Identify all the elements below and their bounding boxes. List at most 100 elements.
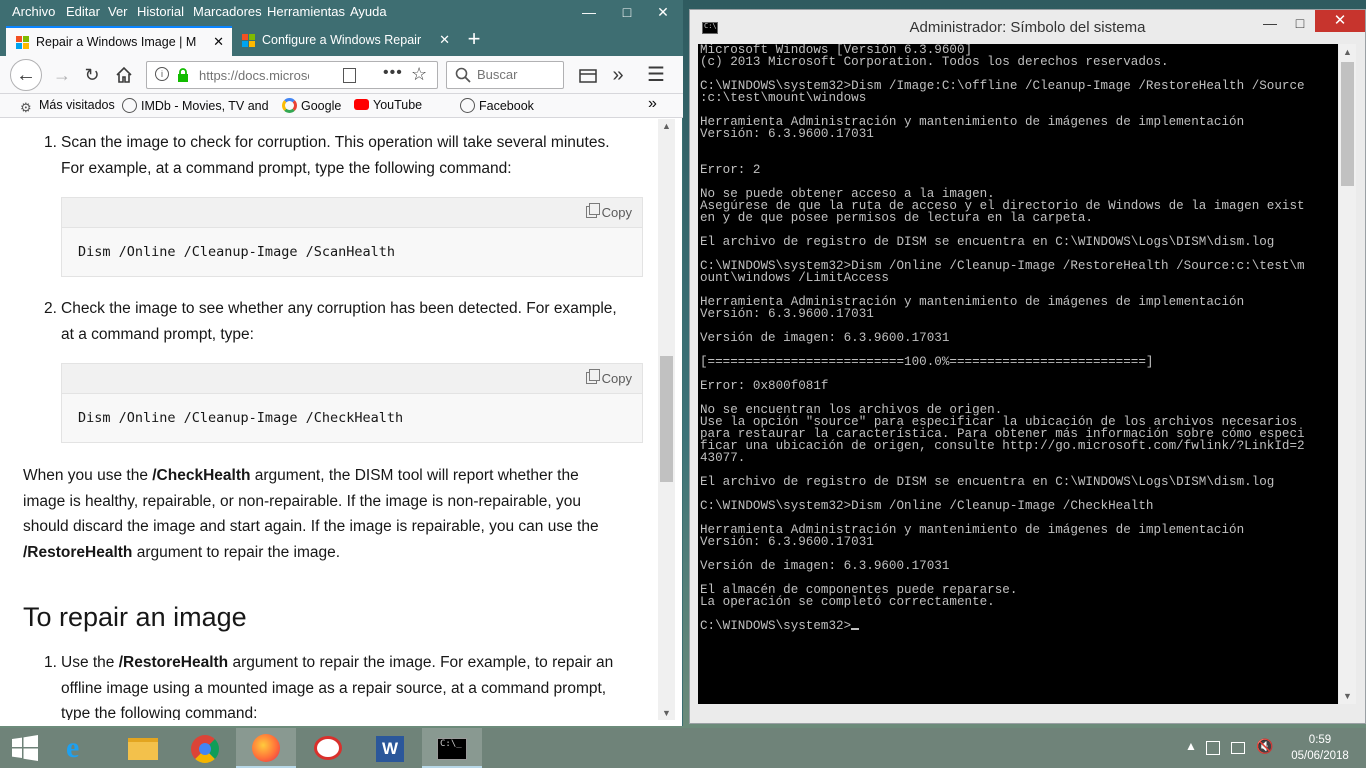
tab-configure-repair-source[interactable]: Configure a Windows Repair Source ✕ (232, 26, 458, 56)
bookmark-google[interactable]: Google (282, 98, 341, 113)
taskbar-word[interactable]: W (360, 728, 420, 768)
network-icon[interactable] (1206, 741, 1220, 755)
bookmark-label: Más visitados (39, 98, 115, 112)
url-bar[interactable]: i https://docs.microsoft.com ••• ☆ (146, 61, 438, 89)
copy-button[interactable]: Copy (585, 203, 632, 220)
cmd-maximize-button[interactable]: □ (1286, 12, 1314, 34)
console-line: [==========================100.0%=======… (700, 355, 1154, 369)
step-2-text: Check the image to see whether any corru… (61, 300, 617, 343)
console-line: 43077. (700, 451, 746, 465)
bookmark-imdb[interactable]: IMDb - Movies, TV and Celebrities (122, 98, 272, 113)
tab-close-icon[interactable]: ✕ (213, 34, 224, 50)
info-icon[interactable]: i (155, 67, 169, 81)
reload-button[interactable]: ↻ (78, 61, 106, 89)
lock-icon (178, 68, 188, 82)
console-area[interactable]: Microsoft Windows [Versión 6.3.9600] (c) … (698, 44, 1338, 704)
console-line: (c) 2013 Microsoft Corporation. Todos lo… (700, 55, 1169, 69)
clock-time: 0:59 (1308, 734, 1332, 746)
menu-marcadores[interactable]: Marcadores (193, 4, 262, 19)
reader-view-icon[interactable] (343, 68, 356, 83)
chrome-icon (191, 735, 219, 763)
globe-icon (460, 98, 475, 113)
menu-ayuda[interactable]: Ayuda (350, 4, 387, 19)
cmd-title-bar[interactable]: C:\ Administrador: Símbolo del sistema —… (690, 10, 1365, 44)
bookmarks-overflow-button[interactable]: » (648, 95, 657, 113)
page-scrollbar-thumb[interactable] (660, 356, 673, 482)
checkhealth-paragraph: When you use the /CheckHealth argument, … (23, 467, 599, 561)
cmd-scroll-up-arrow[interactable]: ▲ (1339, 44, 1356, 60)
firefox-window: Archivo Editar Ver Historial Marcadores … (0, 0, 683, 726)
tab-repair-windows-image[interactable]: Repair a Windows Image | Microsoft Docs … (6, 26, 232, 56)
library-icon (579, 69, 597, 83)
bookmark-label: IMDb - Movies, TV and Celebrities (141, 99, 272, 113)
section-heading: To repair an image (23, 602, 247, 632)
taskbar-command-prompt[interactable]: C:\_ (422, 728, 482, 768)
menu-ver[interactable]: Ver (108, 4, 128, 19)
bookmark-youtube[interactable]: YouTube (354, 98, 422, 112)
gear-icon: ⚙ (20, 100, 32, 115)
show-hidden-icons-button[interactable]: ▲ (1185, 739, 1197, 753)
scroll-down-arrow[interactable]: ▼ (658, 706, 675, 720)
taskbar-file-explorer[interactable] (112, 728, 172, 768)
code-block-scanhealth: Copy Dism /Online /Cleanup-Image /ScanHe… (61, 197, 643, 277)
volume-muted-icon[interactable]: 🔇 (1256, 738, 1273, 755)
search-input[interactable] (477, 67, 557, 82)
folder-icon (128, 738, 158, 760)
monitor-icon[interactable] (1231, 742, 1245, 754)
globe-icon (122, 98, 137, 113)
start-button[interactable] (0, 728, 50, 768)
scissors-icon (314, 736, 342, 760)
taskbar-snipping-tool[interactable] (298, 728, 358, 768)
close-button[interactable]: ✕ (640, 0, 686, 24)
list-number: 1. (44, 654, 57, 671)
page-content: 1. Scan the image to check for corruptio… (0, 119, 658, 720)
menu-archivo[interactable]: Archivo (12, 4, 55, 19)
forward-button[interactable]: → (48, 61, 76, 89)
cmd-scrollbar-thumb[interactable] (1341, 62, 1354, 186)
search-box[interactable] (446, 61, 564, 89)
bookmark-most-visited[interactable]: ⚙ Más visitados (20, 98, 115, 115)
command-prompt-window: C:\ Administrador: Símbolo del sistema —… (689, 9, 1366, 724)
taskbar-internet-explorer[interactable]: e (50, 728, 110, 768)
bookmark-label: Google (301, 99, 342, 113)
tab-close-icon[interactable]: ✕ (439, 32, 450, 48)
console-line: Versión: 6.3.9600.17031 (700, 127, 874, 141)
home-button[interactable] (110, 61, 138, 89)
taskbar-firefox[interactable] (236, 728, 296, 768)
list-number: 1. (44, 134, 57, 151)
console-line: Versión: 6.3.9600.17031 (700, 307, 874, 321)
copy-icon (585, 369, 600, 384)
word-icon: W (376, 736, 404, 762)
console-line: C:\WINDOWS\system32>Dism /Online /Cleanu… (700, 499, 1154, 513)
console-line: El archivo de registro de DISM se encuen… (700, 235, 1275, 249)
cmd-minimize-button[interactable]: — (1256, 12, 1284, 34)
tab-title: Configure a Windows Repair Source (262, 33, 422, 47)
code-text: Dism /Online /Cleanup-Image /ScanHealth (78, 244, 395, 260)
menu-editar[interactable]: Editar (66, 4, 100, 19)
console-line: La operación se completó correctamente. (700, 595, 995, 609)
menu-button[interactable]: ☰ (642, 61, 670, 89)
tab-title: Repair a Windows Image | Microsoft Docs (36, 35, 196, 49)
copy-button[interactable]: Copy (585, 369, 632, 386)
console-line: Error: 0x800f081f (700, 379, 829, 393)
menu-herramientas[interactable]: Herramientas (267, 4, 345, 19)
page-actions-icon[interactable]: ••• (383, 64, 403, 82)
menu-historial[interactable]: Historial (137, 4, 184, 19)
library-button[interactable] (574, 61, 602, 89)
bookmark-facebook[interactable]: Facebook (460, 98, 534, 113)
back-button[interactable]: ← (10, 59, 42, 91)
console-line: C:\WINDOWS\system32> (700, 620, 1305, 632)
bookmark-star-icon[interactable]: ☆ (411, 64, 427, 85)
microsoft-logo-icon (242, 34, 256, 48)
new-tab-button[interactable]: + (462, 28, 486, 52)
taskbar-chrome[interactable] (174, 728, 234, 768)
microsoft-logo-icon (16, 36, 30, 50)
cmd-scroll-down-arrow[interactable]: ▼ (1339, 688, 1356, 704)
overflow-button[interactable]: » (604, 61, 632, 89)
code-text: Dism /Online /Cleanup-Image /CheckHealth (78, 410, 404, 426)
cmd-close-button[interactable]: ✕ (1315, 10, 1365, 32)
system-clock[interactable]: 0:59 05/06/2018 (1280, 732, 1360, 764)
scroll-up-arrow[interactable]: ▲ (658, 119, 675, 133)
home-icon (116, 66, 132, 83)
